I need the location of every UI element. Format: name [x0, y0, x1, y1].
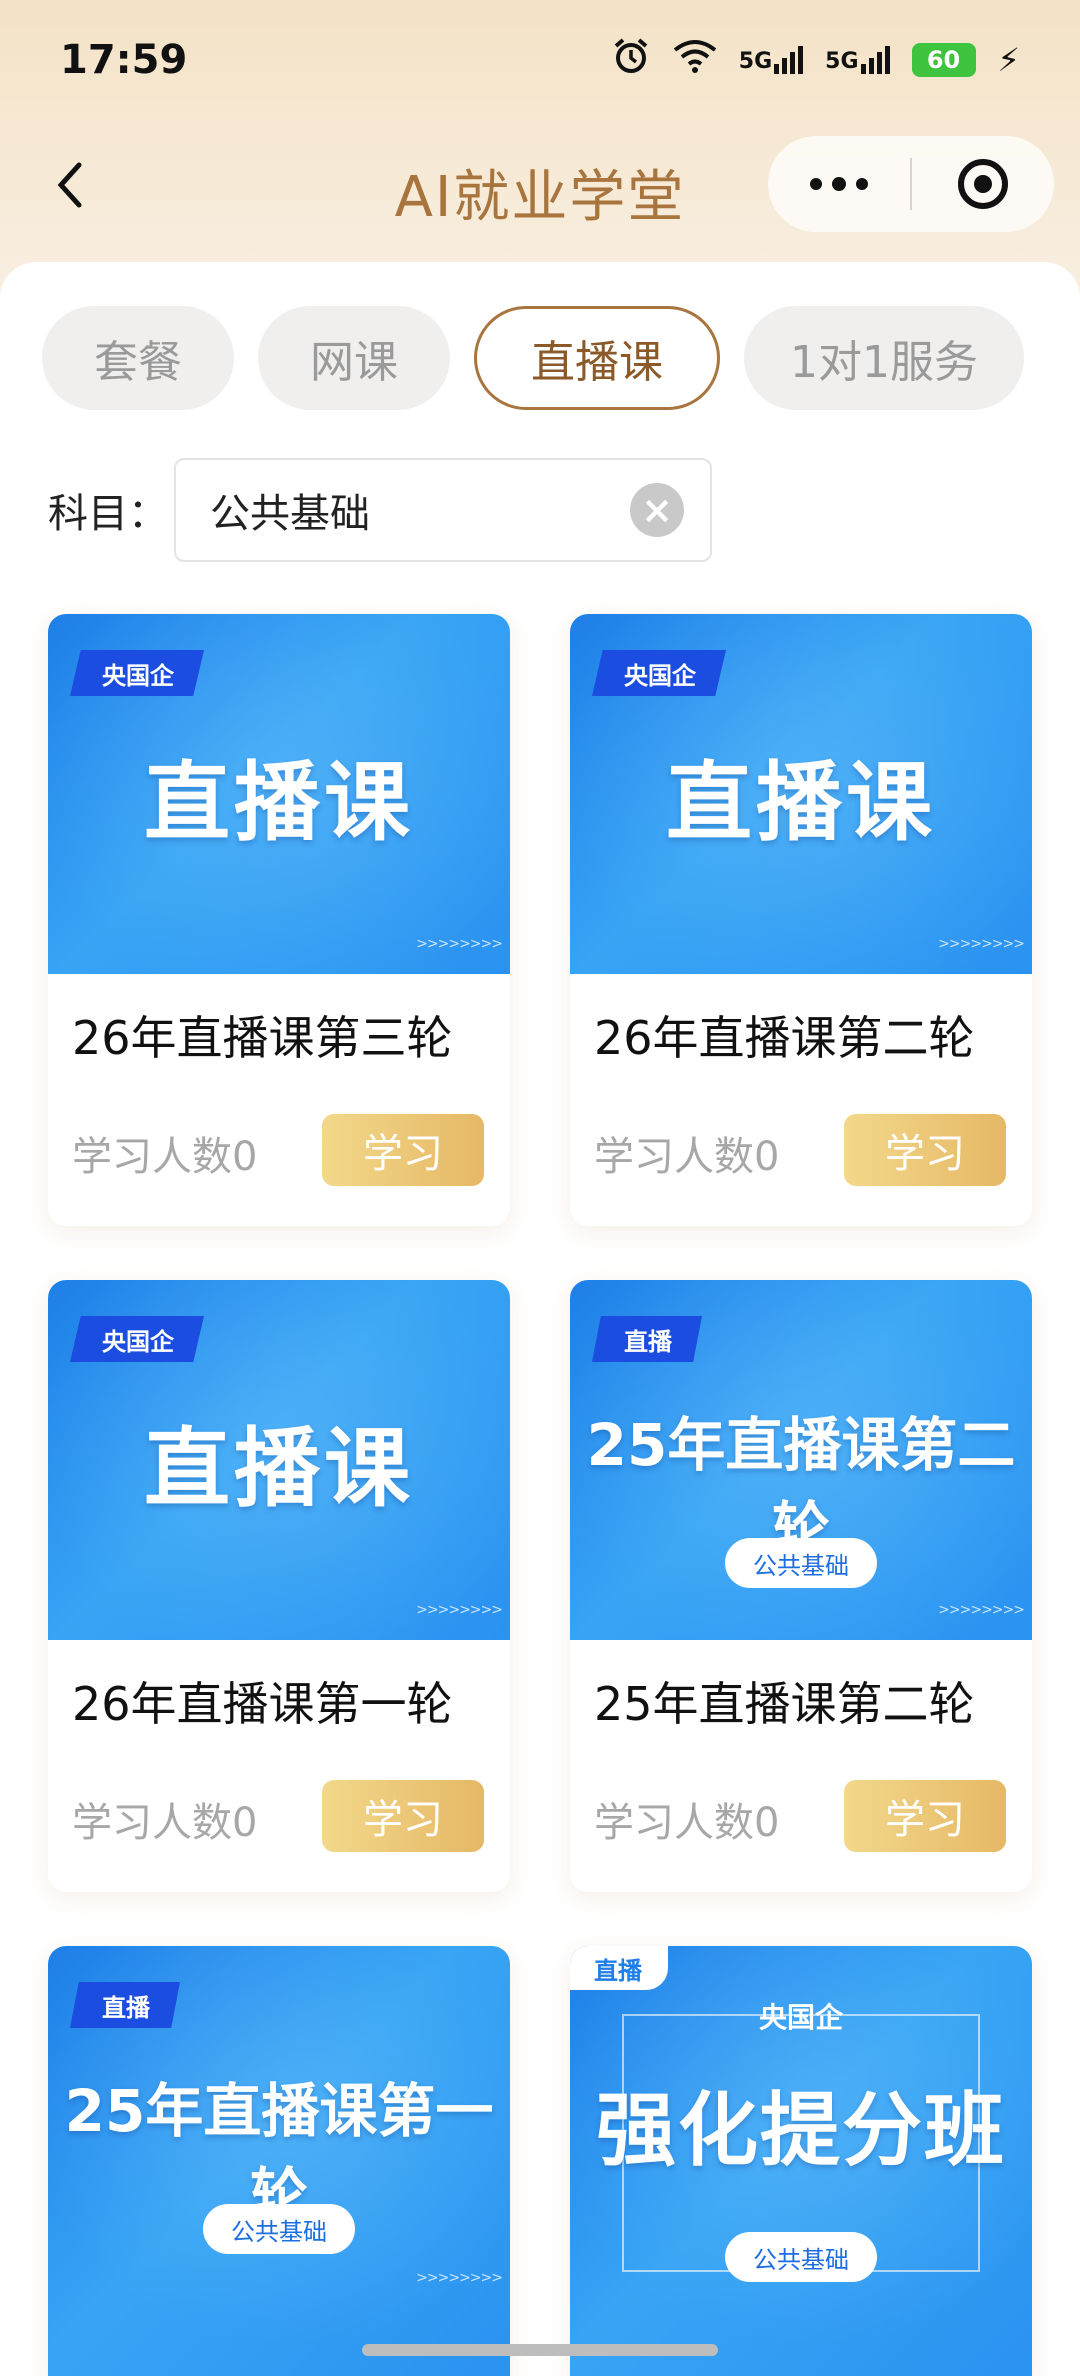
- course-card[interactable]: 直播 25年直播课第一轮 公共基础 >>>>>>>>: [48, 1946, 510, 2376]
- course-card[interactable]: 直播 25年直播课第二轮 公共基础 >>>>>>>> 25年直播课第二轮 学习人…: [570, 1280, 1032, 1892]
- course-card[interactable]: 央国企 直播课 >>>>>>>> 26年直播课第二轮 学习人数0 学习: [570, 614, 1032, 1226]
- course-thumbnail: 直播 25年直播课第一轮 公共基础 >>>>>>>>: [48, 1946, 510, 2376]
- more-options-button[interactable]: [768, 136, 910, 232]
- network-type-1: 5G: [738, 49, 773, 74]
- course-name: 26年直播课第二轮: [594, 1011, 975, 1065]
- tab-online-course[interactable]: 网课: [258, 306, 450, 410]
- alarm-icon: [611, 36, 651, 84]
- content-sheet: 套餐 网课 直播课 1对1服务 科目： 公共基础 × 央国企 直播课 >>>>>…: [0, 262, 1080, 2376]
- course-name: 25年直播课第二轮: [594, 1677, 975, 1731]
- course-tag: 央国企: [70, 650, 204, 696]
- course-tag: 直播: [592, 1316, 702, 1362]
- thumbnail-title: 直播课: [666, 753, 936, 853]
- course-card[interactable]: 央国企 直播课 >>>>>>>> 26年直播课第一轮 学习人数0 学习: [48, 1280, 510, 1892]
- study-button[interactable]: 学习: [322, 1780, 484, 1852]
- thumbnail-title: 强化提分班: [596, 2084, 1006, 2177]
- nav-bar: AI就业学堂: [0, 130, 1080, 240]
- learner-count: 学习人数0: [594, 1800, 780, 1846]
- status-time: 17:59: [60, 37, 188, 83]
- thumbnail-title: 直播课: [144, 1419, 414, 1519]
- signal-icon-2: 5G: [825, 46, 890, 74]
- study-button[interactable]: 学习: [844, 1780, 1006, 1852]
- study-button[interactable]: 学习: [844, 1114, 1006, 1186]
- subject-value: 公共基础: [210, 491, 370, 537]
- network-type-2: 5G: [825, 49, 859, 74]
- learner-count: 学习人数0: [72, 1134, 258, 1180]
- tab-package[interactable]: 套餐: [42, 306, 234, 410]
- subject-pill: 公共基础: [725, 1538, 877, 1588]
- course-tag: 央国企: [70, 1316, 204, 1362]
- course-tag: 直播: [70, 1982, 180, 2028]
- subject-select[interactable]: 公共基础 ×: [174, 458, 712, 562]
- course-thumbnail: 央国企 直播课 >>>>>>>>: [570, 614, 1032, 974]
- mini-program-capsule: [768, 136, 1054, 232]
- course-thumbnail: 央国企 直播课 >>>>>>>>: [48, 1280, 510, 1640]
- tab-live-course[interactable]: 直播课: [474, 306, 720, 410]
- status-icons: 5G 5G 60 ⚡: [611, 36, 1020, 84]
- course-card[interactable]: 直播 央国企 强化提分班 公共基础: [570, 1946, 1032, 2376]
- tab-one-on-one[interactable]: 1对1服务: [744, 306, 1024, 410]
- thumbnail-kicker: 央国企: [758, 2001, 843, 2034]
- charging-icon: ⚡: [997, 41, 1020, 79]
- course-tag: 直播: [570, 1946, 668, 1990]
- arrows-decoration: >>>>>>>>: [416, 1602, 503, 1618]
- battery-icon: 60: [911, 43, 976, 77]
- course-tag: 央国企: [592, 650, 726, 696]
- arrows-decoration: >>>>>>>>: [938, 936, 1025, 952]
- learner-count: 学习人数0: [72, 1800, 258, 1846]
- thumbnail-title: 直播课: [144, 753, 414, 853]
- subject-pill: 公共基础: [203, 2204, 355, 2254]
- close-mini-program-button[interactable]: [912, 136, 1054, 232]
- arrows-decoration: >>>>>>>>: [416, 2270, 503, 2286]
- arrows-decoration: >>>>>>>>: [938, 1602, 1025, 1618]
- signal-icon-1: 5G: [738, 46, 804, 74]
- subject-pill: 公共基础: [725, 2232, 877, 2282]
- clear-icon[interactable]: ×: [630, 483, 684, 537]
- course-thumbnail: 直播 25年直播课第二轮 公共基础 >>>>>>>>: [570, 1280, 1032, 1640]
- target-close-icon: [958, 159, 1008, 209]
- arrows-decoration: >>>>>>>>: [416, 936, 503, 952]
- course-name: 26年直播课第一轮: [72, 1677, 453, 1731]
- course-thumbnail: 直播 央国企 强化提分班 公共基础: [570, 1946, 1032, 2376]
- category-tabs: 套餐 网课 直播课 1对1服务: [42, 306, 1042, 410]
- home-indicator: [362, 2344, 718, 2356]
- status-bar: 17:59 5G 5G 60 ⚡: [0, 0, 1080, 120]
- course-name: 26年直播课第三轮: [72, 1011, 453, 1065]
- subject-filter: 科目： 公共基础 ×: [48, 458, 712, 562]
- more-dots-icon: [810, 178, 822, 190]
- study-button[interactable]: 学习: [322, 1114, 484, 1186]
- wifi-icon: [673, 38, 717, 82]
- learner-count: 学习人数0: [594, 1134, 780, 1180]
- subject-label: 科目：: [48, 491, 168, 537]
- course-card[interactable]: 央国企 直播课 >>>>>>>> 26年直播课第三轮 学习人数0 学习: [48, 614, 510, 1226]
- course-thumbnail: 央国企 直播课 >>>>>>>>: [48, 614, 510, 974]
